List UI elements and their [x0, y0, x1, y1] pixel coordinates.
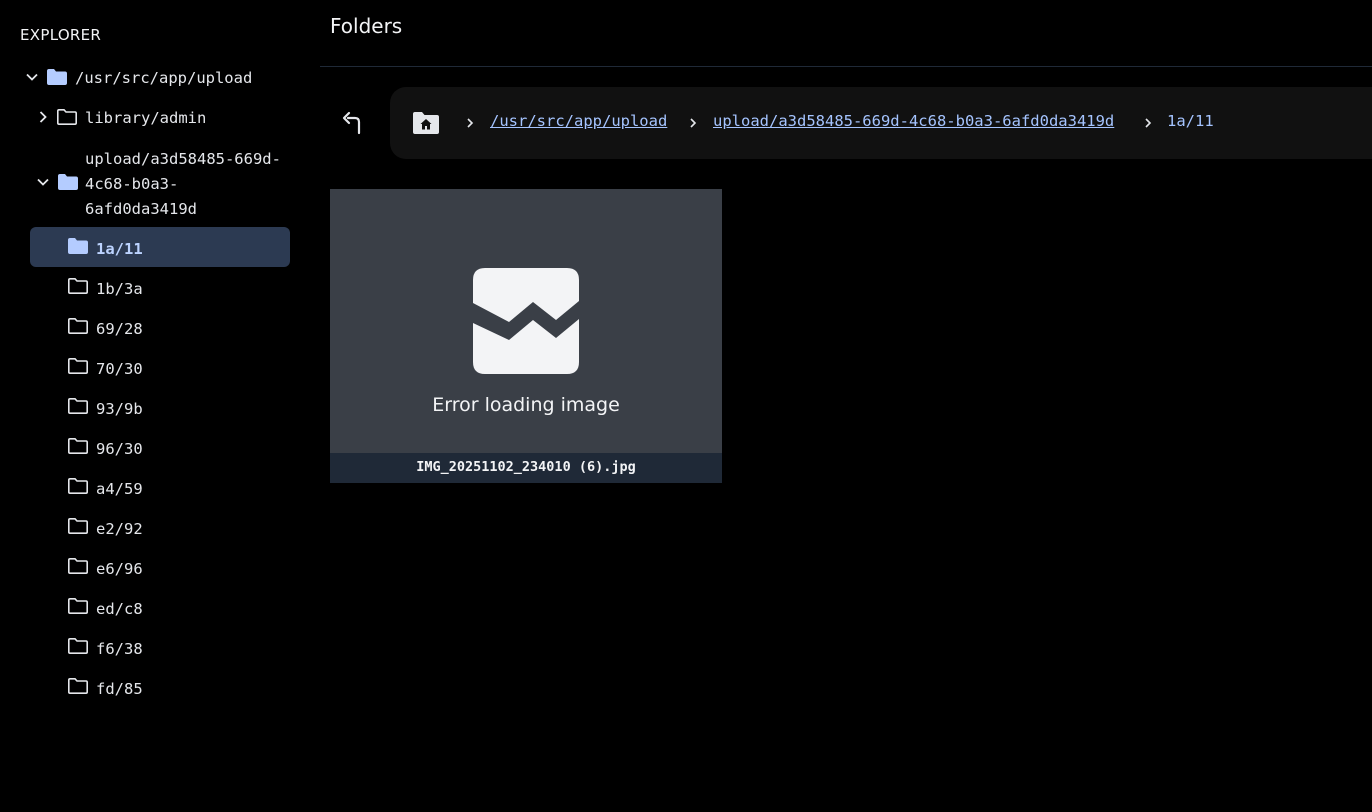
tree-item-library-admin[interactable]: library/admin	[0, 106, 320, 132]
folder-open-icon	[57, 173, 79, 191]
tree-item-label-line: 4c68-b0a3-	[85, 175, 179, 193]
sidebar-title: EXPLORER	[20, 26, 102, 44]
folder-open-icon	[46, 68, 68, 86]
tree-item-label: 93/9b	[96, 400, 143, 418]
folder-icon	[56, 108, 78, 126]
asset-thumbnail[interactable]: Error loading image IMG_20251102_234010 …	[330, 189, 722, 483]
folder-icon	[67, 317, 89, 335]
asset-filename: IMG_20251102_234010 (6).jpg	[330, 453, 722, 483]
breadcrumb-link-upload-id[interactable]: upload/a3d58485-669d-4c68-b0a3-6afd0da34…	[713, 112, 1114, 130]
tree-item-fd-85[interactable]: fd/85	[0, 676, 320, 702]
folder-icon	[67, 477, 89, 495]
chevron-right-icon[interactable]	[36, 110, 50, 124]
chevron-down-icon[interactable]	[25, 70, 39, 84]
chevron-down-icon[interactable]	[36, 175, 50, 189]
folder-icon	[67, 637, 89, 655]
tree-item-69-28[interactable]: 69/28	[0, 316, 320, 342]
tree-item-96-30[interactable]: 96/30	[0, 436, 320, 462]
tree-item-root[interactable]: /usr/src/app/upload	[0, 66, 320, 92]
chevron-right-icon	[1141, 115, 1155, 129]
tree-item-93-9b[interactable]: 93/9b	[0, 396, 320, 422]
tree-item-label: e6/96	[96, 560, 143, 578]
folder-icon	[67, 277, 89, 295]
tree-item-label: ed/c8	[96, 600, 143, 618]
tree-item-upload[interactable]: upload/a3d58485-669d- 4c68-b0a3- 6afd0da…	[0, 146, 320, 222]
tree-item-label: 96/30	[96, 440, 143, 458]
tree-item-label-line: upload/a3d58485-669d-	[85, 150, 281, 168]
folder-icon	[67, 597, 89, 615]
folder-icon	[67, 237, 89, 255]
tree-item-label: 69/28	[96, 320, 143, 338]
folder-icon	[67, 677, 89, 695]
page-title: Folders	[330, 14, 403, 38]
tree-item-e2-92[interactable]: e2/92	[0, 516, 320, 542]
tree-item-label: e2/92	[96, 520, 143, 538]
folder-icon	[67, 517, 89, 535]
folder-icon	[67, 437, 89, 455]
chevron-right-icon	[686, 115, 700, 129]
navigate-up-button[interactable]	[338, 106, 370, 138]
tree-item-70-30[interactable]: 70/30	[0, 356, 320, 382]
tree-item-a4-59[interactable]: a4/59	[0, 476, 320, 502]
tree-item-label: f6/38	[96, 640, 143, 658]
tree-item-1a-11[interactable]: 1a/11	[0, 236, 320, 262]
sidebar: EXPLORER /usr/src/app/upload library/adm…	[0, 0, 320, 812]
tree-item-label: 1a/11	[96, 240, 143, 258]
tree-item-label: /usr/src/app/upload	[75, 69, 253, 87]
arrow-up-left-icon	[342, 111, 361, 135]
tree-item-label: a4/59	[96, 480, 143, 498]
folder-icon	[67, 357, 89, 375]
header-divider	[320, 66, 1372, 67]
folder-icon	[67, 557, 89, 575]
tree-item-f6-38[interactable]: f6/38	[0, 636, 320, 662]
tree-item-label: 1b/3a	[96, 280, 143, 298]
tree-item-1b-3a[interactable]: 1b/3a	[0, 276, 320, 302]
breadcrumb: /usr/src/app/upload upload/a3d58485-669d…	[390, 87, 1372, 159]
chevron-right-icon	[463, 115, 477, 129]
tree-item-e6-96[interactable]: e6/96	[0, 556, 320, 582]
tree-item-label-line: 6afd0da3419d	[85, 200, 197, 218]
breadcrumb-current: 1a/11	[1167, 112, 1214, 130]
tree-item-label: fd/85	[96, 680, 143, 698]
breadcrumb-link-upload-root[interactable]: /usr/src/app/upload	[490, 112, 667, 130]
broken-image-icon	[473, 268, 579, 374]
tree-item-label: 70/30	[96, 360, 143, 378]
folder-home-icon[interactable]	[412, 111, 440, 135]
folder-icon	[67, 397, 89, 415]
error-message: Error loading image	[432, 394, 620, 416]
app: EXPLORER /usr/src/app/upload library/adm…	[0, 0, 1372, 812]
tree-item-ed-c8[interactable]: ed/c8	[0, 596, 320, 622]
tree-item-label: library/admin	[85, 109, 207, 127]
